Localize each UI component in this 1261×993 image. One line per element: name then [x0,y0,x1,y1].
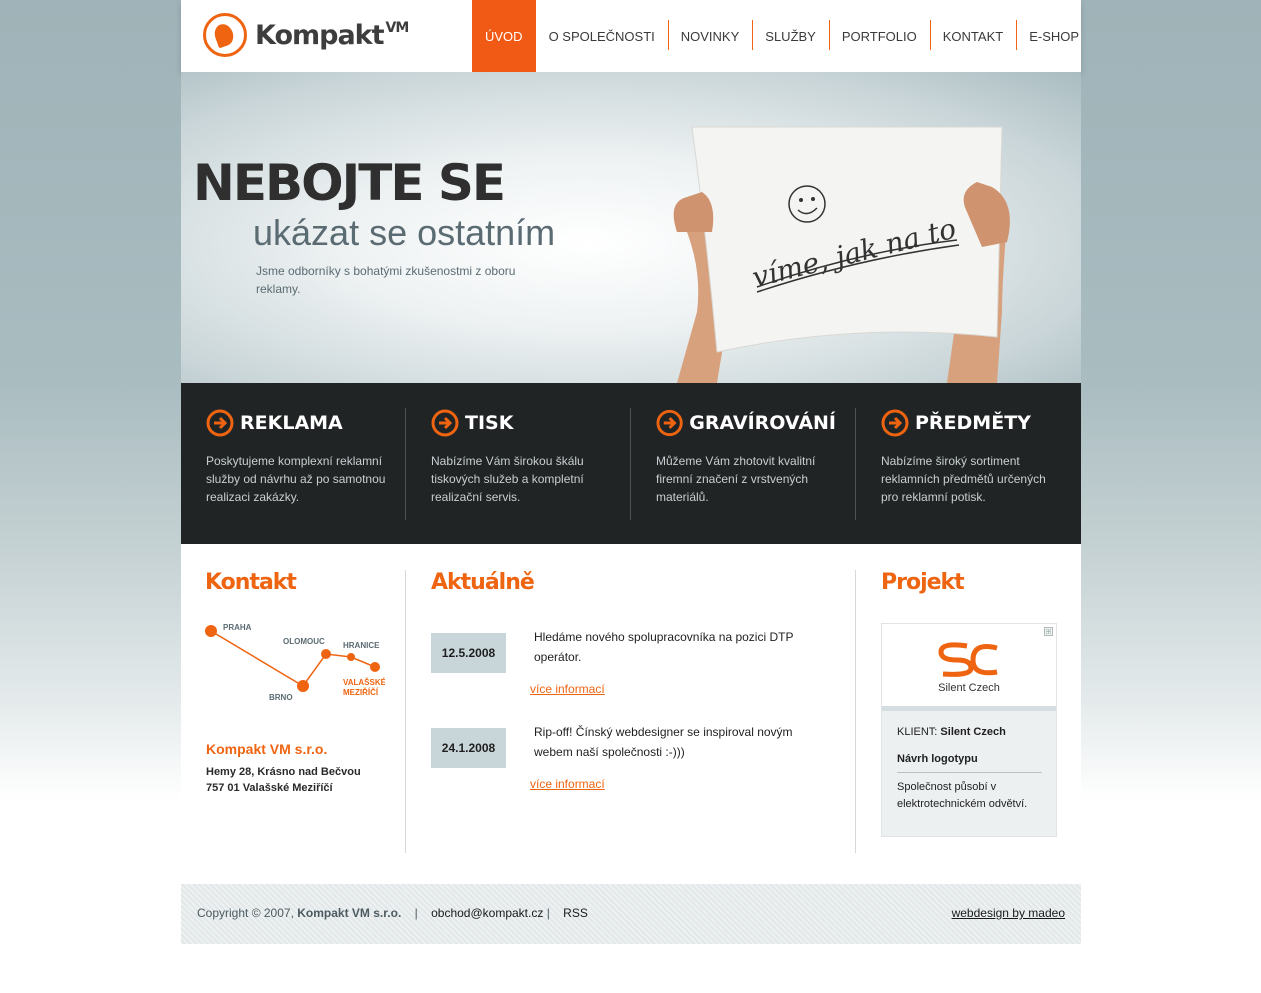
news-date: 12.5.2008 [431,633,506,673]
news-text: Hledáme nového spolupracovníka na pozici… [534,630,794,664]
client-name: Silent Czech [940,726,1006,738]
webdesign-credit-link[interactable]: webdesign by madeo [952,906,1065,920]
nav-item-novinky[interactable]: NOVINKY [667,0,753,72]
hero-banner: NEBOJTE SE ukázat se ostatním Jsme odbor… [181,72,1081,383]
client-label: KLIENT: [897,726,938,738]
map-point-hranice [347,653,355,661]
hands-sign-illustration: víme, jak na to [673,126,1010,383]
map-label-brno: BRNO [269,693,293,702]
service-reklama[interactable]: REKLAMA Poskytujeme komplexní reklamní s… [206,408,386,506]
logo-suffix: VM [385,19,410,36]
nav-item-portfolio[interactable]: PORTFOLIO [828,0,930,72]
map-point-praha [205,625,217,637]
divider [405,408,406,520]
copyright-text: Copyright © 2007, [197,906,294,920]
expand-icon[interactable]: ⊞ [1044,627,1053,636]
footer-rss-link[interactable]: RSS [563,906,588,920]
footer-info: Copyright © 2007, Kompakt VM s.r.o. | ob… [197,906,588,920]
service-tisk[interactable]: TISK Nabízíme Vám širokou škálu tiskovýc… [431,408,611,506]
map-label-praha: PRAHA [223,623,252,632]
project-title: Projekt [881,570,965,595]
divider [630,408,631,520]
arrow-circle-icon [881,409,909,437]
arrow-circle-icon [206,409,234,437]
hero-text: Jsme odborníky s bohatými zkušenostmi z … [256,264,516,296]
service-title: GRAVÍROVÁNÍ [689,412,836,434]
company-name: Kompakt VM s.r.o. [206,741,328,757]
content-area: Kontakt PRAHA OLOMOUC HRANICE BRNO VALAŠ… [181,544,1081,874]
arrow-circle-icon [431,409,459,437]
logo-icon [203,13,247,57]
header: Kompakt VM ÚVOD O SPOLEČNOSTI NOVINKY SLU… [181,0,1081,72]
nav-item-kontakt[interactable]: KONTAKT [929,0,1016,72]
service-predmety[interactable]: PŘEDMĚTY Nabízíme široký sortiment rekla… [881,408,1061,506]
project-subtitle: Návrh logotypu [897,753,978,765]
project-card[interactable]: ⊞ Silent Czech KLIENT: Silent Czech Návr… [881,623,1057,837]
services-bar: REKLAMA Poskytujeme komplexní reklamní s… [181,383,1081,544]
map-point-brno [297,680,309,692]
silent-czech-logo-icon [938,642,998,677]
logo[interactable]: Kompakt VM [203,12,410,58]
arrow-circle-icon [656,409,683,437]
hero-subtitle: ukázat se ostatním [253,212,556,253]
service-title: PŘEDMĚTY [915,412,1031,434]
main-nav: ÚVOD O SPOLEČNOSTI NOVINKY SLUŽBY PORTFO… [472,0,1092,72]
map-label-hranice: HRANICE [343,641,380,650]
divider [405,570,406,853]
footer: Copyright © 2007, Kompakt VM s.r.o. | ob… [181,884,1081,944]
service-text: Nabízíme široký sortiment reklamních pře… [881,454,1046,504]
address-line-2: 757 01 Valašské Meziříčí [206,782,333,794]
news-more-link[interactable]: více informací [530,777,605,791]
project-client: KLIENT: Silent Czech [897,726,1006,738]
project-logo-name: Silent Czech [938,682,1000,694]
footer-company: Kompakt VM s.r.o. [297,906,402,920]
route-map: PRAHA OLOMOUC HRANICE BRNO VALAŠSKÉ MEZI… [205,623,385,702]
left-hand [673,192,714,232]
service-title: TISK [465,412,514,434]
news-date: 24.1.2008 [431,728,506,768]
footer-separator: | [414,906,418,920]
project-description: Společnost působí v elektrotechnickém od… [897,781,1028,810]
nav-item-o-spolecnosti[interactable]: O SPOLEČNOSTI [536,0,668,72]
divider [897,772,1042,773]
service-title: REKLAMA [240,412,343,434]
logo-name: Kompakt [255,19,385,51]
map-label-valmez-1: VALAŠSKÉ [343,678,385,687]
nav-item-e-shop[interactable]: E-SHOP [1016,0,1092,72]
map-point-olomouc [321,649,331,659]
service-text: Můžeme Vám zhotovit kvalitní firemní zna… [656,454,816,504]
map-label-valmez-2: MEZIŘÍČÍ [343,688,379,697]
hero-title: NEBOJTE SE [193,154,506,212]
contact-title: Kontakt [205,570,297,595]
news-text: Rip-off! Čínský webdesigner se inspirova… [534,725,793,759]
company-address: Hemy 28, Krásno nad Bečvou 757 01 Valašs… [206,764,361,796]
service-text: Poskytujeme komplexní reklamní služby od… [206,454,386,504]
divider [855,408,856,520]
news-more-link[interactable]: více informací [530,682,605,696]
map-label-olomouc: OLOMOUC [283,637,325,646]
nav-item-sluzby[interactable]: SLUŽBY [752,0,829,72]
address-line-1: Hemy 28, Krásno nad Bečvou [206,766,361,778]
footer-email-link[interactable]: obchod@kompakt.cz [431,906,543,920]
service-gravirovani[interactable]: GRAVÍROVÁNÍ Můžeme Vám zhotovit kvalitní… [656,408,836,506]
nav-item-uvod[interactable]: ÚVOD [472,0,536,72]
service-text: Nabízíme Vám širokou škálu tiskových slu… [431,454,584,504]
news-title: Aktuálně [431,570,535,595]
project-logo-area: ⊞ Silent Czech [882,624,1056,711]
footer-separator: | [546,906,550,920]
divider [855,570,856,853]
map-point-valmez [370,662,380,672]
